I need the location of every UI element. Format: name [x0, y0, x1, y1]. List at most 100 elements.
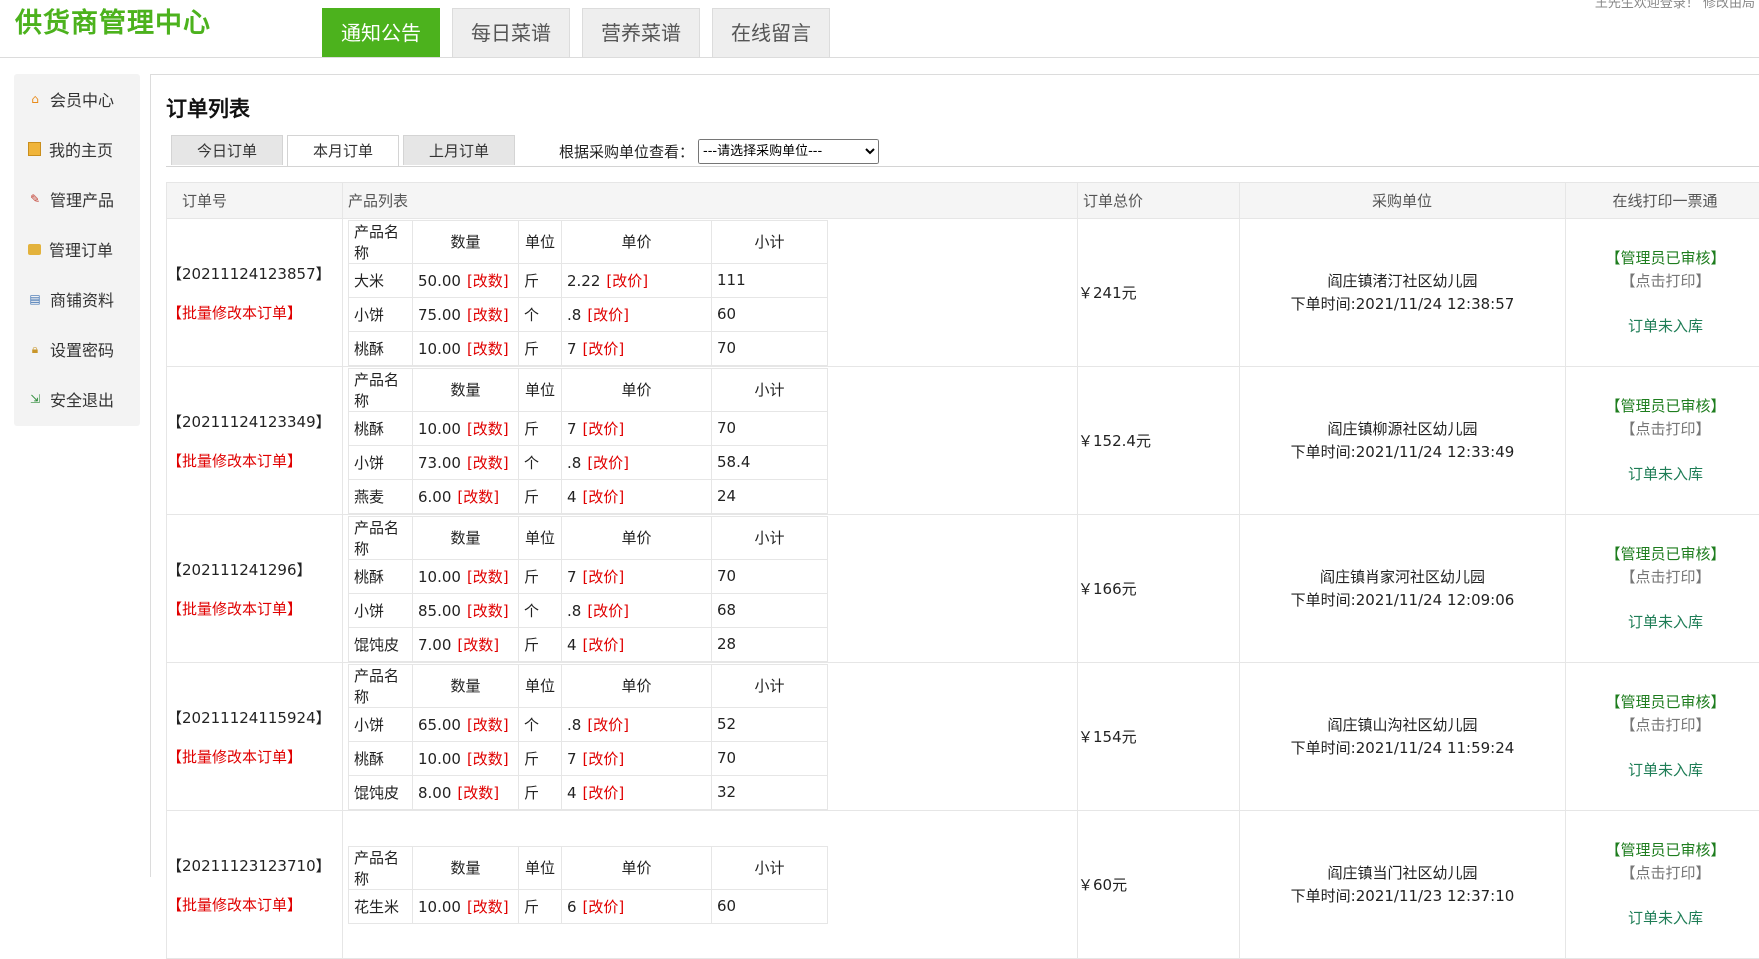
product-table: 产品名称 数量 单位 单价 小计 大米 50.00[改数] 斤 2.22[改价]: [348, 220, 828, 366]
sidebar-item-my-homepage[interactable]: 我的主页: [14, 124, 140, 174]
product-header-row: 产品名称 数量 单位 单价 小计: [349, 368, 828, 411]
buyer-cell: 阎庄镇当门社区幼儿园 下单时间:2021/11/23 12:37:10: [1240, 811, 1566, 959]
product-qty-cell: 7.00 [改数]: [413, 627, 519, 661]
tab-last-month-orders[interactable]: 上月订单: [403, 135, 515, 165]
edit-qty-link[interactable]: [改数]: [467, 750, 509, 768]
product-qty: 10.00: [418, 568, 461, 586]
product-price-cell: 7[改价]: [562, 411, 712, 445]
product-unit: 斤: [519, 479, 562, 513]
buyer-select[interactable]: ---请选择采购单位---: [698, 139, 879, 164]
product-unit: 斤: [519, 331, 562, 365]
product-col-subtotal: 小计: [712, 516, 828, 559]
product-price: .8: [567, 602, 581, 620]
product-qty-cell: 6.00[改数]: [413, 479, 519, 513]
batch-edit-link[interactable]: 【批量修改本订单】: [167, 746, 342, 767]
product-unit: 斤: [519, 411, 562, 445]
product-col-qty: 数量: [413, 220, 519, 263]
edit-qty-link[interactable]: [改数]: [457, 636, 499, 654]
product-header-row: 产品名称 数量 单位 单价 小计: [349, 220, 828, 263]
print-link[interactable]: 【点击打印】: [1566, 566, 1759, 589]
product-row: 花生米 10.00[改数] 斤 6[改价] 60: [349, 889, 828, 923]
batch-edit-link[interactable]: 【批量修改本订单】: [167, 598, 342, 619]
product-subtotal: 32: [712, 775, 828, 809]
edit-qty-link[interactable]: [改数]: [467, 898, 509, 916]
edit-qty-link[interactable]: [改数]: [467, 340, 509, 358]
edit-qty-link[interactable]: [改数]: [457, 488, 499, 506]
product-price-cell: 4 [改价]: [562, 479, 712, 513]
product-price: 4: [567, 488, 577, 506]
edit-qty-link[interactable]: [改数]: [467, 454, 509, 472]
product-col-name: 产品名称: [349, 846, 413, 889]
print-link[interactable]: 【点击打印】: [1566, 418, 1759, 441]
product-qty: 10.00: [418, 750, 461, 768]
product-qty-cell: 10.00 [改数]: [413, 559, 519, 593]
edit-qty-link[interactable]: [改数]: [467, 420, 509, 438]
sidebar-item-manage-orders[interactable]: 管理订单: [14, 224, 140, 274]
home-icon: ⌂: [28, 92, 42, 106]
sidebar: ⌂ 会员中心 我的主页 ✎ 管理产品 管理订单 ▤ 商铺资料 🔒︎ 设置密码 ⇲…: [14, 74, 140, 426]
product-name: 桃酥: [349, 331, 413, 365]
unstocked-status: 订单未入库: [1566, 907, 1759, 930]
sidebar-item-member-center[interactable]: ⌂ 会员中心: [14, 74, 140, 124]
order-total: ￥154元: [1078, 663, 1240, 811]
batch-edit-link[interactable]: 【批量修改本订单】: [167, 302, 342, 323]
buyer-cell: 阎庄镇渚汀社区幼儿园 下单时间:2021/11/24 12:38:57: [1240, 219, 1566, 367]
edit-qty-link[interactable]: [改数]: [457, 784, 499, 802]
order-time: 下单时间:2021/11/23 12:37:10: [1240, 885, 1565, 908]
buyer-cell: 阎庄镇山沟社区幼儿园 下单时间:2021/11/24 11:59:24: [1240, 663, 1566, 811]
sidebar-item-logout[interactable]: ⇲ 安全退出: [14, 374, 140, 424]
edit-price-link[interactable]: [改价]: [583, 420, 625, 438]
product-qty: 7.00: [418, 636, 451, 654]
product-qty-cell: 73.00[改数]: [413, 445, 519, 479]
order-total: ￥152.4元: [1078, 367, 1240, 515]
product-list-cell: 产品名称 数量 单位 单价 小计 大米 50.00[改数] 斤 2.22[改价]: [343, 219, 1078, 367]
print-link[interactable]: 【点击打印】: [1566, 270, 1759, 293]
order-time: 下单时间:2021/11/24 12:33:49: [1240, 441, 1565, 464]
edit-price-link[interactable]: [改价]: [587, 602, 629, 620]
order-id-cell: 【20211124123349】 【批量修改本订单】: [167, 367, 343, 515]
edit-price-link[interactable]: [改价]: [583, 750, 625, 768]
edit-price-link[interactable]: [改价]: [583, 340, 625, 358]
product-qty-cell: 75.00[改数]: [413, 297, 519, 331]
edit-price-link[interactable]: [改价]: [587, 306, 629, 324]
product-name: 馄饨皮: [349, 775, 413, 809]
product-subtotal: 52: [712, 707, 828, 741]
edit-price-link[interactable]: [改价]: [583, 568, 625, 586]
product-price-cell: 7[改价]: [562, 741, 712, 775]
product-col-price: 单价: [562, 516, 712, 559]
edit-price-link[interactable]: [改价]: [606, 272, 648, 290]
nav-tab-nutrition-menu[interactable]: 营养菜谱: [582, 8, 700, 57]
sidebar-item-shop-info[interactable]: ▤ 商铺资料: [14, 274, 140, 324]
product-row: 小饼 85.00[改数] 个 .8[改价] 68: [349, 593, 828, 627]
table-row: 【20211123123710】 【批量修改本订单】 产品名称 数量 单位 单价…: [167, 811, 1759, 959]
product-name: 小饼: [349, 707, 413, 741]
product-subtotal: 70: [712, 331, 828, 365]
edit-price-link[interactable]: [改价]: [583, 488, 625, 506]
edit-qty-link[interactable]: [改数]: [467, 568, 509, 586]
print-cell: 【管理员已审核】 【点击打印】 订单未入库: [1566, 219, 1759, 367]
tab-month-orders[interactable]: 本月订单: [287, 135, 399, 166]
product-name: 桃酥: [349, 741, 413, 775]
tab-today-orders[interactable]: 今日订单: [171, 135, 283, 165]
edit-price-link[interactable]: [改价]: [587, 454, 629, 472]
product-subtotal: 58.4: [712, 445, 828, 479]
batch-edit-link[interactable]: 【批量修改本订单】: [167, 450, 342, 471]
edit-price-link[interactable]: [改价]: [583, 898, 625, 916]
batch-edit-link[interactable]: 【批量修改本订单】: [167, 894, 342, 915]
edit-price-link[interactable]: [改价]: [583, 636, 625, 654]
edit-price-link[interactable]: [改价]: [587, 716, 629, 734]
product-qty-cell: 85.00[改数]: [413, 593, 519, 627]
edit-qty-link[interactable]: [改数]: [467, 602, 509, 620]
edit-qty-link[interactable]: [改数]: [467, 306, 509, 324]
nav-tab-notice[interactable]: 通知公告: [322, 8, 440, 57]
print-link[interactable]: 【点击打印】: [1566, 714, 1759, 737]
nav-tab-messages[interactable]: 在线留言: [712, 8, 830, 57]
edit-qty-link[interactable]: [改数]: [467, 272, 509, 290]
sidebar-item-manage-products[interactable]: ✎ 管理产品: [14, 174, 140, 224]
nav-tab-daily-menu[interactable]: 每日菜谱: [452, 8, 570, 57]
edit-price-link[interactable]: [改价]: [583, 784, 625, 802]
order-time: 下单时间:2021/11/24 11:59:24: [1240, 737, 1565, 760]
print-link[interactable]: 【点击打印】: [1566, 862, 1759, 885]
sidebar-item-set-password[interactable]: 🔒︎ 设置密码: [14, 324, 140, 374]
edit-qty-link[interactable]: [改数]: [467, 716, 509, 734]
